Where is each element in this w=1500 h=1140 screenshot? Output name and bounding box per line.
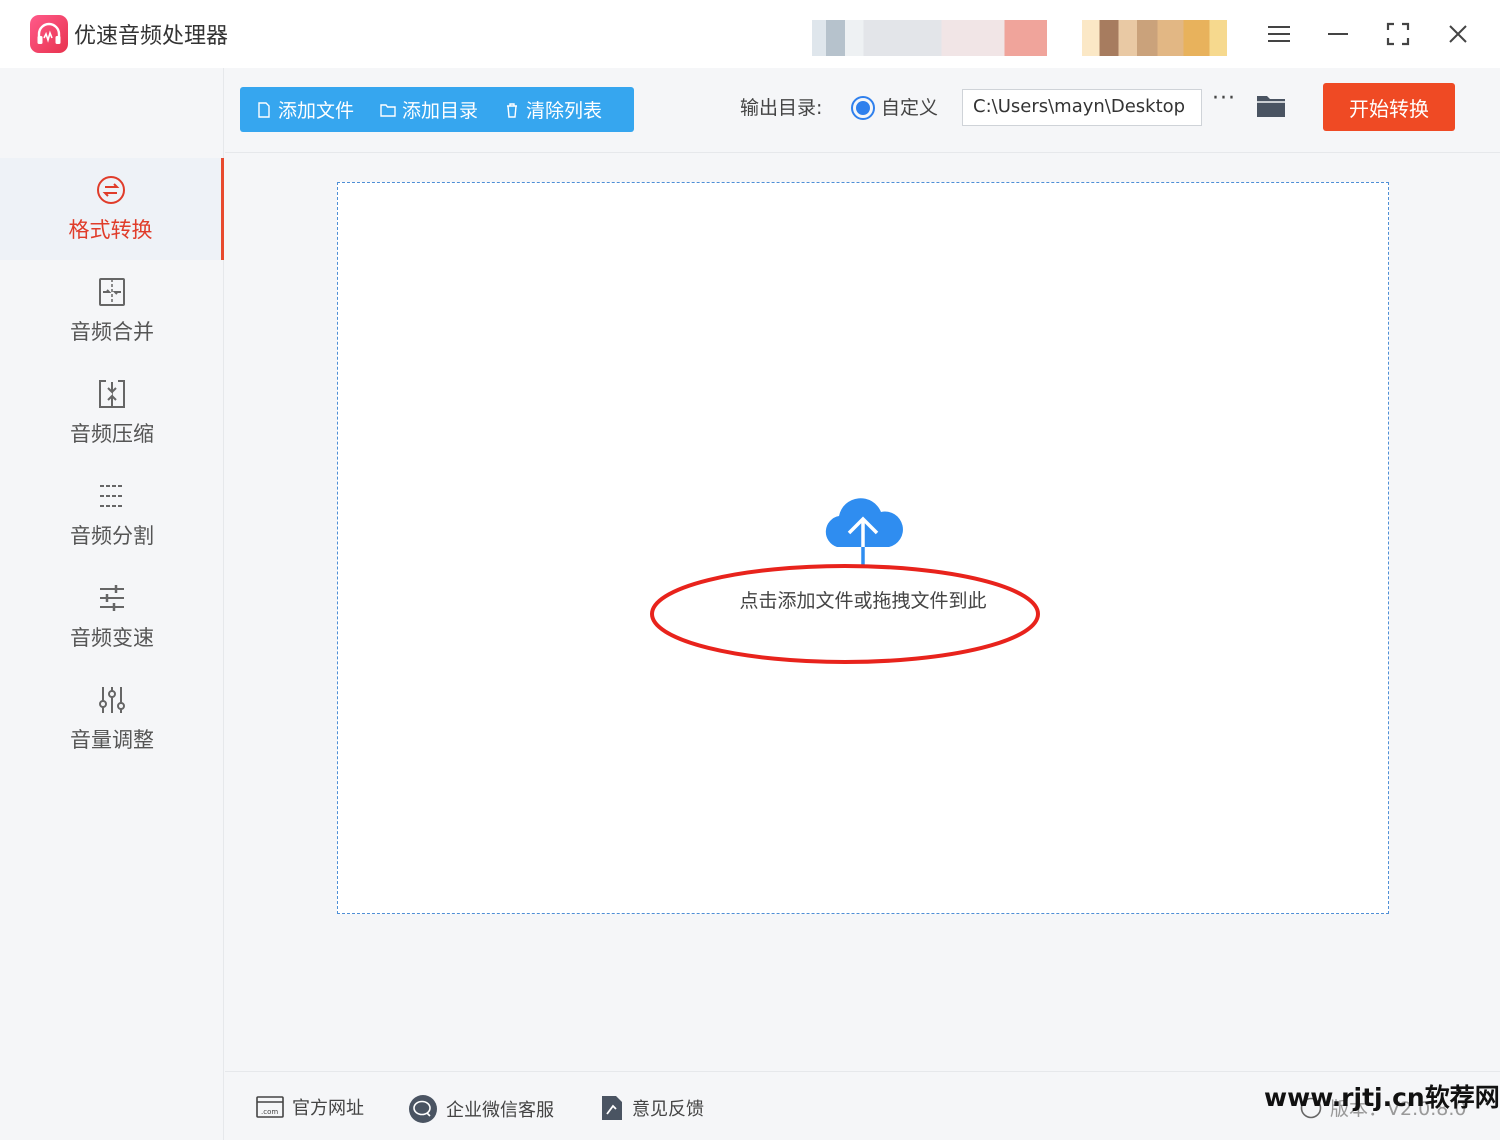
blurred-avatar bbox=[1082, 20, 1227, 56]
file-button-group: 添加文件 添加目录 清除列表 bbox=[240, 87, 634, 132]
headphones-icon bbox=[37, 22, 61, 44]
speed-icon bbox=[100, 585, 124, 611]
sidebar-item-label: 音频分割 bbox=[70, 524, 154, 548]
minimize-icon[interactable] bbox=[1320, 16, 1356, 52]
sidebar: 格式转换 音频合并 音频压缩 音频分割 音频变速 音量调整 bbox=[0, 68, 224, 1140]
sidebar-item-label: 音频压缩 bbox=[70, 422, 154, 446]
menu-icon[interactable] bbox=[1261, 16, 1297, 52]
more-options-button[interactable]: ··· bbox=[1212, 86, 1236, 111]
cloud-upload-icon bbox=[825, 498, 903, 565]
wechat-service-label: 企业微信客服 bbox=[446, 1100, 554, 1121]
sidebar-item-speed[interactable]: 音频变速 bbox=[0, 566, 224, 668]
official-website-link[interactable]: .com 官方网址 bbox=[256, 1094, 364, 1120]
volume-icon bbox=[99, 687, 125, 713]
compress-icon bbox=[99, 380, 125, 408]
maximize-icon[interactable] bbox=[1380, 16, 1416, 52]
sidebar-item-volume[interactable]: 音量调整 bbox=[0, 668, 224, 770]
toolbar: 添加文件 添加目录 清除列表 输出目录: 自定义 C:\Users\mayn\D… bbox=[225, 68, 1500, 153]
annotation-ellipse bbox=[650, 564, 1040, 664]
sidebar-item-merge[interactable]: 音频合并 bbox=[0, 260, 224, 362]
file-icon bbox=[258, 101, 270, 118]
app-logo bbox=[30, 15, 68, 53]
sidebar-item-label: 音频变速 bbox=[70, 626, 154, 650]
open-folder-icon[interactable] bbox=[1256, 92, 1286, 118]
svg-text:.com: .com bbox=[261, 1108, 278, 1116]
sidebar-item-compress[interactable]: 音频压缩 bbox=[0, 362, 224, 464]
sidebar-item-split[interactable]: 音频分割 bbox=[0, 464, 224, 566]
wechat-service-link[interactable]: 企业微信客服 bbox=[408, 1094, 554, 1124]
add-directory-label: 添加目录 bbox=[402, 100, 479, 122]
watermark-text: www.rjtj.cn软荐网 bbox=[1264, 1083, 1500, 1112]
sidebar-item-label: 音频合并 bbox=[70, 320, 154, 344]
add-file-button[interactable]: 添加文件 bbox=[256, 96, 354, 123]
feedback-label: 意见反馈 bbox=[632, 1099, 704, 1120]
folder-outline-icon bbox=[380, 103, 396, 117]
website-icon: .com bbox=[256, 1096, 284, 1118]
sidebar-item-label: 音量调整 bbox=[70, 728, 154, 752]
output-dir-label: 输出目录: bbox=[740, 97, 823, 119]
sidebar-item-format-convert[interactable]: 格式转换 bbox=[0, 158, 224, 260]
output-path-field[interactable]: C:\Users\mayn\Desktop bbox=[962, 89, 1202, 126]
split-icon bbox=[100, 485, 124, 507]
clear-list-button[interactable]: 清除列表 bbox=[504, 96, 602, 123]
add-file-label: 添加文件 bbox=[278, 100, 355, 122]
merge-icon bbox=[99, 278, 125, 306]
clear-list-label: 清除列表 bbox=[526, 100, 603, 122]
file-drop-zone[interactable]: 点击添加文件或拖拽文件到此 bbox=[337, 182, 1389, 914]
trash-icon bbox=[507, 102, 518, 118]
custom-dir-radio[interactable] bbox=[851, 96, 875, 120]
format-convert-icon bbox=[96, 176, 125, 204]
custom-dir-label: 自定义 bbox=[881, 97, 939, 119]
add-directory-button[interactable]: 添加目录 bbox=[380, 96, 478, 123]
title-bar: 优速音频处理器 bbox=[0, 0, 1500, 68]
app-title: 优速音频处理器 bbox=[74, 24, 229, 49]
official-website-label: 官方网址 bbox=[292, 1098, 364, 1119]
start-convert-button[interactable]: 开始转换 bbox=[1323, 83, 1455, 131]
close-icon[interactable] bbox=[1440, 16, 1476, 52]
blurred-user-info bbox=[812, 20, 1047, 56]
feedback-link[interactable]: 意见反馈 bbox=[600, 1094, 704, 1122]
feedback-icon bbox=[602, 1096, 622, 1120]
sidebar-item-label: 格式转换 bbox=[68, 218, 153, 242]
wechat-icon bbox=[409, 1095, 437, 1123]
